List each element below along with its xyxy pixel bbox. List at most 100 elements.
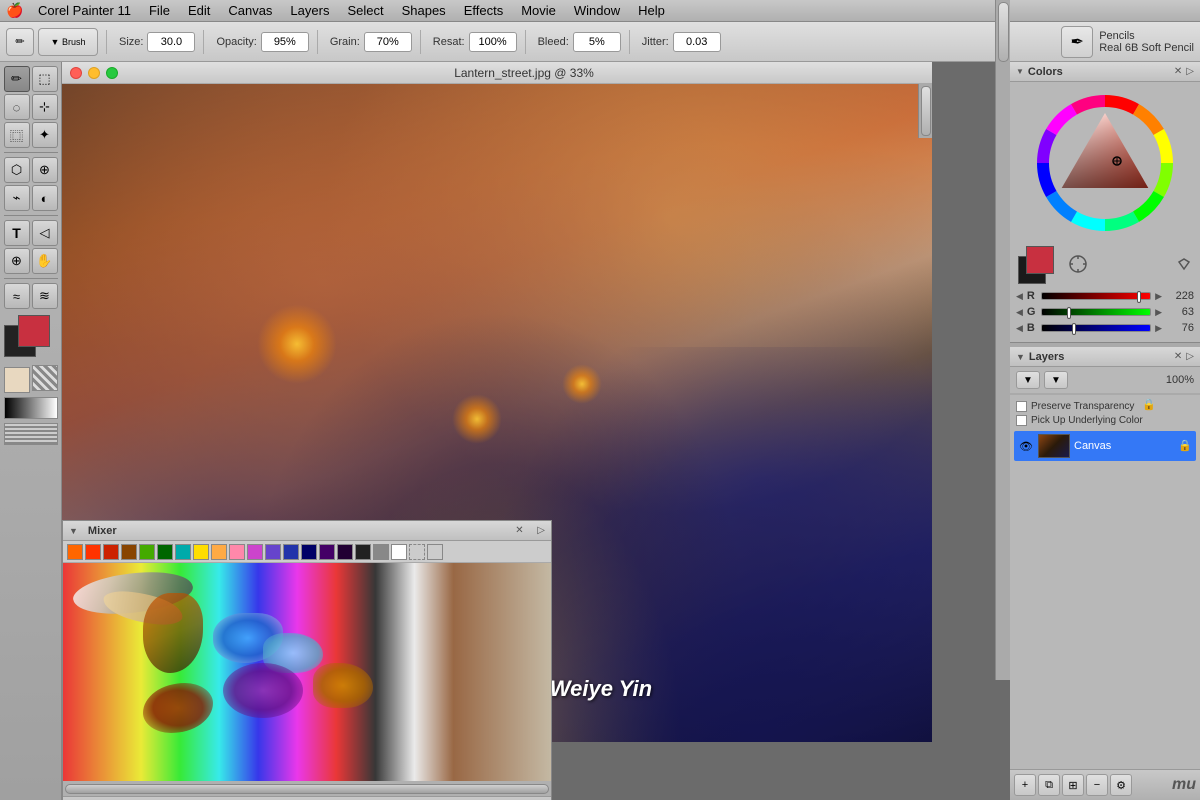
color-wheel-container[interactable] bbox=[1030, 88, 1180, 238]
gradient-swatch[interactable] bbox=[4, 397, 58, 419]
mixer-scrollbar[interactable] bbox=[63, 781, 551, 796]
blend-tool-btn[interactable]: ≋ bbox=[32, 283, 58, 309]
swatch-transparent[interactable] bbox=[409, 544, 425, 560]
r-arrow-right[interactable]: ▶ bbox=[1155, 291, 1162, 302]
burn-btn[interactable]: ◐ bbox=[32, 185, 58, 211]
b-arrow-left[interactable]: ◀ bbox=[1016, 323, 1023, 334]
grain-input[interactable] bbox=[364, 32, 412, 52]
menu-effects[interactable]: Effects bbox=[456, 1, 512, 20]
brush-select-btn[interactable]: ✏ bbox=[6, 28, 34, 56]
mixer-expand-btn[interactable]: ▷ bbox=[537, 525, 545, 536]
magic-wand-btn[interactable]: ✦ bbox=[32, 122, 58, 148]
r-thumb[interactable] bbox=[1137, 291, 1141, 303]
swatch-white[interactable] bbox=[391, 544, 407, 560]
paint-bucket-btn[interactable]: ⬡ bbox=[4, 157, 30, 183]
brush-icon[interactable]: ✒ bbox=[1061, 26, 1093, 58]
bleed-input[interactable] bbox=[573, 32, 621, 52]
hand-tool-btn[interactable]: ✋ bbox=[32, 248, 58, 274]
transform-tool-btn[interactable]: ⊹ bbox=[32, 94, 58, 120]
swatch-teal[interactable] bbox=[175, 544, 191, 560]
menu-movie[interactable]: Movie bbox=[513, 1, 564, 20]
g-slider[interactable] bbox=[1041, 308, 1151, 316]
colors-arrow-icon[interactable] bbox=[1176, 256, 1192, 275]
mixer-close-btn[interactable]: ✕ bbox=[515, 525, 527, 537]
brush-tool-btn[interactable]: ✏ bbox=[4, 66, 30, 92]
brush-variant-btn[interactable]: ▼ Brush bbox=[38, 28, 98, 56]
layer-settings-btn[interactable]: ⚙ bbox=[1110, 774, 1132, 796]
new-layer-btn[interactable]: + bbox=[1014, 774, 1036, 796]
swatch-blue[interactable] bbox=[283, 544, 299, 560]
pattern-swatch[interactable] bbox=[32, 365, 58, 391]
swatch-indigo[interactable] bbox=[319, 544, 335, 560]
layer-mode-btn[interactable]: ▼ bbox=[1016, 371, 1040, 389]
canvas-vscrollbar[interactable] bbox=[918, 84, 932, 138]
zoom-tool-btn[interactable]: ⊕ bbox=[4, 248, 30, 274]
layer-lock-icon[interactable]: 🔒 bbox=[1178, 439, 1192, 453]
menu-shapes[interactable]: Shapes bbox=[394, 1, 454, 20]
layer-delete-btn[interactable]: − bbox=[1086, 774, 1108, 796]
preserve-trans-checkbox[interactable] bbox=[1016, 401, 1027, 412]
b-slider[interactable] bbox=[1041, 324, 1151, 332]
close-btn[interactable] bbox=[70, 67, 82, 79]
canvas-vscroll-thumb[interactable] bbox=[921, 86, 931, 136]
r-slider[interactable] bbox=[1041, 292, 1151, 300]
resat-input[interactable] bbox=[469, 32, 517, 52]
opacity-input[interactable] bbox=[261, 32, 309, 52]
right-scrollbar[interactable] bbox=[995, 0, 1010, 680]
swatch-red-orange[interactable] bbox=[85, 544, 101, 560]
colors-expand-btn[interactable]: ▷ bbox=[1186, 66, 1194, 77]
menu-help[interactable]: Help bbox=[630, 1, 673, 20]
swatch-brown[interactable] bbox=[121, 544, 137, 560]
colors-close-btn[interactable]: ✕ bbox=[1174, 66, 1182, 77]
menu-window[interactable]: Window bbox=[566, 1, 628, 20]
mixer-content[interactable] bbox=[63, 563, 551, 781]
mixer-scroll-thumb[interactable] bbox=[65, 784, 549, 794]
swatch-empty[interactable] bbox=[427, 544, 443, 560]
layer-merge-btn[interactable]: ⊞ bbox=[1062, 774, 1084, 796]
size-input[interactable] bbox=[147, 32, 195, 52]
swatch-dark-red[interactable] bbox=[103, 544, 119, 560]
swatch-navy[interactable] bbox=[301, 544, 317, 560]
r-arrow-left[interactable]: ◀ bbox=[1016, 291, 1023, 302]
layer-eye-icon[interactable]: 👁 bbox=[1018, 438, 1034, 454]
swatch-orange[interactable] bbox=[67, 544, 83, 560]
layers-expand-btn[interactable]: ▷ bbox=[1186, 351, 1194, 362]
fg-color-box[interactable] bbox=[1026, 246, 1054, 274]
shape-tool-btn[interactable]: ◁ bbox=[32, 220, 58, 246]
maximize-btn[interactable] bbox=[106, 67, 118, 79]
smear-tool-btn[interactable]: ≈ bbox=[4, 283, 30, 309]
menu-file[interactable]: File bbox=[141, 1, 178, 20]
layer-group-btn[interactable]: ⧉ bbox=[1038, 774, 1060, 796]
swatch-purple[interactable] bbox=[247, 544, 263, 560]
swatch-green[interactable] bbox=[139, 544, 155, 560]
lock-icon[interactable]: 🔒 bbox=[1142, 398, 1158, 414]
swatch-black[interactable] bbox=[355, 544, 371, 560]
jitter-input[interactable] bbox=[673, 32, 721, 52]
dropper-btn[interactable]: ⌁ bbox=[4, 185, 30, 211]
color-wheel-area[interactable] bbox=[1010, 82, 1200, 242]
text-tool-btn[interactable]: T bbox=[4, 220, 30, 246]
b-arrow-right[interactable]: ▶ bbox=[1155, 323, 1162, 334]
swatch-violet[interactable] bbox=[265, 544, 281, 560]
swatch-deep-purple[interactable] bbox=[337, 544, 353, 560]
lasso-tool-btn[interactable]: ◌ bbox=[4, 94, 30, 120]
color-wheel-svg[interactable] bbox=[1030, 88, 1180, 238]
color-picker-icon[interactable] bbox=[1068, 254, 1088, 277]
pick-up-checkbox[interactable] bbox=[1016, 415, 1027, 426]
swatch-gray[interactable] bbox=[373, 544, 389, 560]
swatch-yellow[interactable] bbox=[193, 544, 209, 560]
foreground-color-swatch[interactable] bbox=[18, 315, 50, 347]
menu-canvas[interactable]: Canvas bbox=[220, 1, 280, 20]
g-arrow-left[interactable]: ◀ bbox=[1016, 307, 1023, 318]
menu-select[interactable]: Select bbox=[339, 1, 391, 20]
b-thumb[interactable] bbox=[1072, 323, 1076, 335]
apple-logo[interactable]: 🍎 bbox=[6, 2, 24, 20]
layer-blend-btn[interactable]: ▼ bbox=[1044, 371, 1068, 389]
paper-swatch[interactable] bbox=[4, 367, 30, 393]
menu-edit[interactable]: Edit bbox=[180, 1, 218, 20]
swatch-amber[interactable] bbox=[211, 544, 227, 560]
app-name-menu[interactable]: Corel Painter 11 bbox=[30, 1, 139, 20]
right-scroll-thumb[interactable] bbox=[998, 2, 1009, 62]
swatch-dark-green[interactable] bbox=[157, 544, 173, 560]
select-rect-tool-btn[interactable]: ⬚ bbox=[32, 66, 58, 92]
